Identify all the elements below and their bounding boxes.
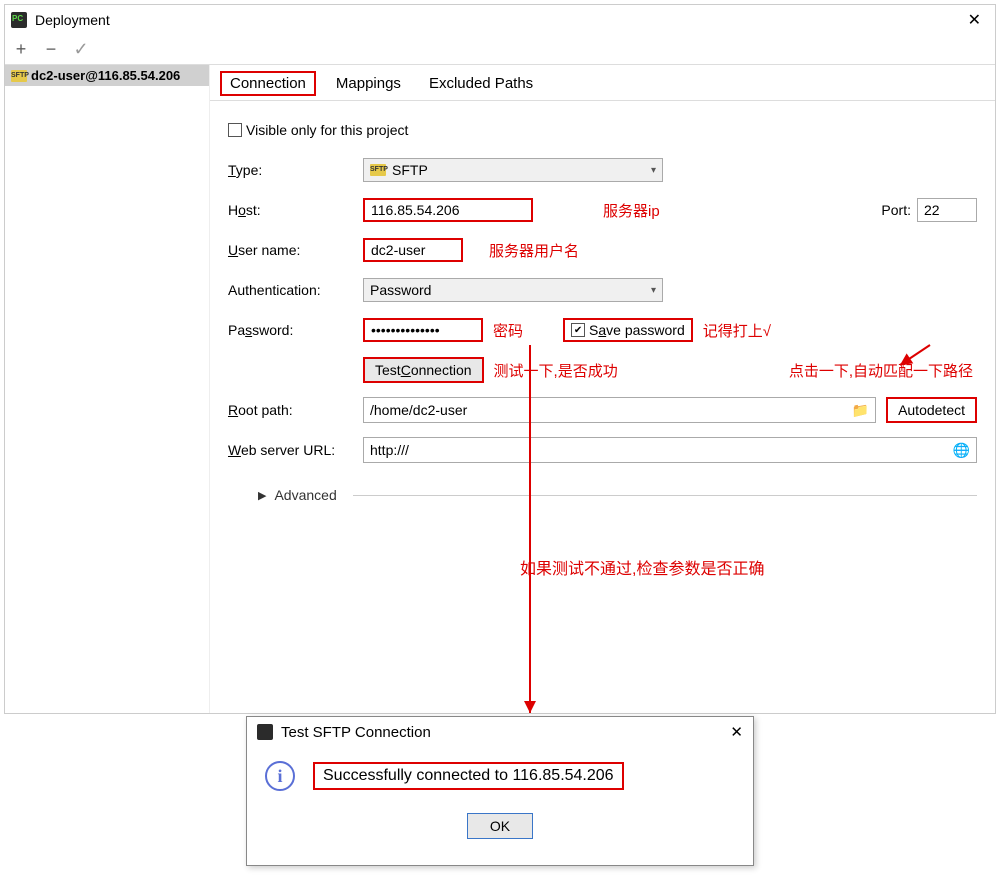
host-input[interactable] [363, 198, 533, 222]
username-label: User name: [228, 242, 363, 258]
auth-label: Authentication: [228, 282, 363, 298]
annotation-password: 密码 [493, 320, 523, 341]
visible-only-label: Visible only for this project [246, 122, 408, 138]
remove-button[interactable]: − [41, 39, 61, 60]
tab-mappings[interactable]: Mappings [336, 75, 401, 92]
folder-icon[interactable]: 📁 [846, 402, 875, 419]
tabs: Connection Mappings Excluded Paths [210, 65, 995, 101]
save-password-label: Save password [589, 322, 685, 338]
annotation-host: 服务器ip [603, 200, 660, 221]
weburl-label: Web server URL: [228, 442, 363, 458]
tab-connection[interactable]: Connection [220, 71, 316, 96]
sftp-icon: SFTP [11, 70, 27, 82]
disclosure-triangle-icon: ▶ [258, 489, 266, 502]
weburl-input-wrap: 🌐 [363, 437, 977, 463]
username-input[interactable] [363, 238, 463, 262]
main-panel: Connection Mappings Excluded Paths Visib… [210, 65, 995, 713]
server-list: SFTP dc2-user@116.85.54.206 [5, 65, 210, 713]
weburl-input[interactable] [364, 439, 947, 461]
test-connection-button[interactable]: Test Connection [363, 357, 484, 383]
save-password-group: Save password [563, 318, 693, 342]
window-close-button[interactable]: ✕ [960, 10, 989, 30]
port-label: Port: [881, 202, 911, 218]
sftp-icon: SFTP [370, 164, 386, 176]
autodetect-button[interactable]: Autodetect [886, 397, 977, 423]
annotation-fail: 如果测试不通过,检查参数是否正确 [520, 555, 764, 579]
rootpath-input[interactable] [364, 399, 846, 421]
port-input[interactable] [917, 198, 977, 222]
save-password-checkbox[interactable] [571, 323, 585, 337]
auth-select[interactable]: Password ▾ [363, 278, 663, 302]
rootpath-label: Root path: [228, 402, 363, 418]
server-label: dc2-user@116.85.54.206 [31, 68, 180, 83]
pycharm-icon [257, 724, 273, 740]
apply-button[interactable]: ✓ [71, 39, 91, 60]
toolbar: + − ✓ [5, 35, 995, 65]
connection-form: Visible only for this project Type: SFTP… [210, 101, 995, 515]
dialog-close-button[interactable]: ✕ [730, 723, 743, 741]
dialog-titlebar: Test SFTP Connection ✕ [247, 717, 753, 747]
annotation-test: 测试一下,是否成功 [494, 360, 618, 381]
dialog-ok-button[interactable]: OK [467, 813, 533, 839]
password-label: Password: [228, 322, 363, 338]
globe-icon[interactable]: 🌐 [947, 442, 976, 459]
tab-excluded-paths[interactable]: Excluded Paths [429, 75, 533, 92]
chevron-down-icon: ▾ [651, 285, 656, 296]
server-list-item[interactable]: SFTP dc2-user@116.85.54.206 [5, 65, 209, 86]
deployment-window: Deployment ✕ + − ✓ SFTP dc2-user@116.85.… [4, 4, 996, 714]
titlebar: Deployment ✕ [5, 5, 995, 35]
type-select[interactable]: SFTPSFTP ▾ [363, 158, 663, 182]
test-connection-dialog: Test SFTP Connection ✕ i Successfully co… [246, 716, 754, 866]
window-title: Deployment [35, 12, 960, 28]
annotation-save-password: 记得打上√ [703, 320, 771, 341]
dialog-title: Test SFTP Connection [281, 724, 730, 741]
visible-only-checkbox[interactable] [228, 123, 242, 137]
host-label: Host: [228, 202, 363, 218]
rootpath-input-wrap: 📁 [363, 397, 876, 423]
add-button[interactable]: + [11, 39, 31, 60]
dialog-message: Successfully connected to 116.85.54.206 [313, 762, 624, 790]
chevron-down-icon: ▾ [651, 165, 656, 176]
annotation-autodetect: 点击一下,自动匹配一下路径 [789, 360, 973, 381]
type-label: Type: [228, 162, 363, 178]
info-icon: i [265, 761, 295, 791]
password-input[interactable] [363, 318, 483, 342]
advanced-section[interactable]: ▶ Advanced [228, 473, 977, 503]
pycharm-icon [11, 12, 27, 28]
annotation-username: 服务器用户名 [489, 240, 579, 261]
